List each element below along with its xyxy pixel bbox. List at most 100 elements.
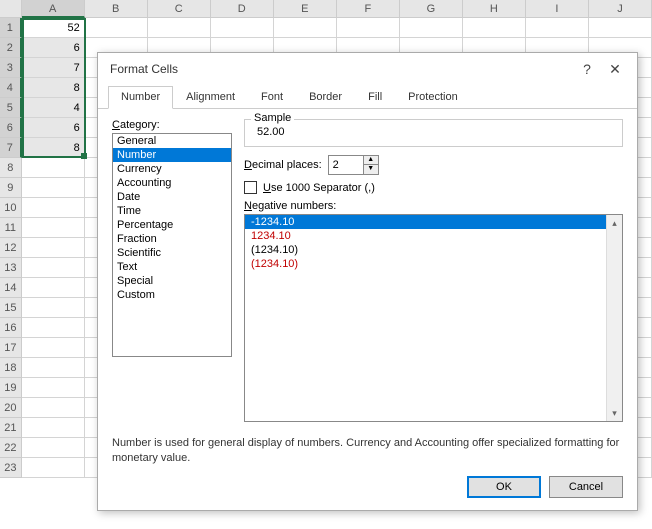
category-listbox[interactable]: GeneralNumberCurrencyAccountingDateTimeP… bbox=[112, 133, 232, 357]
row-header[interactable]: 11 bbox=[0, 218, 22, 238]
scroll-up-icon[interactable]: ▴ bbox=[607, 215, 622, 231]
column-header[interactable]: D bbox=[211, 0, 274, 18]
cell[interactable] bbox=[337, 18, 400, 38]
row-header[interactable]: 21 bbox=[0, 418, 22, 438]
cell[interactable] bbox=[463, 18, 526, 38]
category-item[interactable]: General bbox=[113, 134, 231, 148]
column-header[interactable]: F bbox=[337, 0, 400, 18]
cell[interactable] bbox=[589, 18, 652, 38]
thousand-separator-checkbox[interactable] bbox=[244, 181, 257, 194]
row-header[interactable]: 22 bbox=[0, 438, 22, 458]
cell[interactable]: 52 bbox=[22, 18, 85, 38]
tab-border[interactable]: Border bbox=[296, 86, 355, 109]
cell[interactable] bbox=[22, 198, 85, 218]
negative-format-item[interactable]: 1234.10 bbox=[245, 229, 622, 243]
tab-font[interactable]: Font bbox=[248, 86, 296, 109]
column-header[interactable]: H bbox=[463, 0, 526, 18]
cell[interactable] bbox=[22, 318, 85, 338]
row-header[interactable]: 19 bbox=[0, 378, 22, 398]
row-header[interactable]: 1 bbox=[0, 18, 22, 38]
negative-format-item[interactable]: (1234.10) bbox=[245, 257, 622, 271]
category-item[interactable]: Fraction bbox=[113, 232, 231, 246]
tab-number[interactable]: Number bbox=[108, 86, 173, 109]
cell[interactable] bbox=[22, 278, 85, 298]
column-header[interactable]: A bbox=[22, 0, 85, 18]
cell[interactable] bbox=[22, 438, 85, 458]
cell[interactable]: 8 bbox=[22, 78, 85, 98]
category-item[interactable]: Scientific bbox=[113, 246, 231, 260]
ok-button[interactable]: OK bbox=[467, 476, 541, 498]
cell[interactable] bbox=[22, 238, 85, 258]
category-item[interactable]: Custom bbox=[113, 288, 231, 302]
tab-protection[interactable]: Protection bbox=[395, 86, 471, 109]
column-header[interactable]: J bbox=[589, 0, 652, 18]
negative-numbers-listbox[interactable]: -1234.101234.10(1234.10)(1234.10) ▴ ▾ bbox=[244, 214, 623, 422]
scroll-down-icon[interactable]: ▾ bbox=[607, 405, 622, 421]
cell[interactable] bbox=[22, 258, 85, 278]
help-button[interactable]: ? bbox=[573, 61, 601, 77]
cell[interactable] bbox=[85, 18, 148, 38]
spin-down-button[interactable]: ▼ bbox=[364, 165, 378, 174]
cell[interactable] bbox=[400, 18, 463, 38]
row-header[interactable]: 4 bbox=[0, 78, 22, 98]
negative-format-item[interactable]: (1234.10) bbox=[245, 243, 622, 257]
cell[interactable]: 4 bbox=[22, 98, 85, 118]
cell[interactable] bbox=[148, 18, 211, 38]
row-header[interactable]: 13 bbox=[0, 258, 22, 278]
cell[interactable] bbox=[22, 158, 85, 178]
row-header[interactable]: 5 bbox=[0, 98, 22, 118]
row-header[interactable]: 16 bbox=[0, 318, 22, 338]
category-item[interactable]: Special bbox=[113, 274, 231, 288]
cancel-button[interactable]: Cancel bbox=[549, 476, 623, 498]
dialog-titlebar[interactable]: Format Cells ? ✕ bbox=[98, 53, 637, 85]
cell[interactable] bbox=[22, 178, 85, 198]
row-header[interactable]: 2 bbox=[0, 38, 22, 58]
listbox-scrollbar[interactable]: ▴ ▾ bbox=[606, 215, 622, 421]
cell[interactable]: 7 bbox=[22, 58, 85, 78]
row-header[interactable]: 20 bbox=[0, 398, 22, 418]
row-header[interactable]: 3 bbox=[0, 58, 22, 78]
row-header[interactable]: 7 bbox=[0, 138, 22, 158]
category-item[interactable]: Date bbox=[113, 190, 231, 204]
select-all-corner[interactable] bbox=[0, 0, 22, 18]
row-header[interactable]: 10 bbox=[0, 198, 22, 218]
cell[interactable]: 6 bbox=[22, 38, 85, 58]
cell[interactable] bbox=[22, 418, 85, 438]
tab-fill[interactable]: Fill bbox=[355, 86, 395, 109]
negative-format-item[interactable]: -1234.10 bbox=[245, 215, 622, 229]
row-header[interactable]: 8 bbox=[0, 158, 22, 178]
row-header[interactable]: 18 bbox=[0, 358, 22, 378]
column-header[interactable]: B bbox=[85, 0, 148, 18]
column-header[interactable]: G bbox=[400, 0, 463, 18]
category-item[interactable]: Currency bbox=[113, 162, 231, 176]
cell[interactable]: 8 bbox=[22, 138, 85, 158]
cell[interactable] bbox=[22, 378, 85, 398]
cell[interactable]: 6 bbox=[22, 118, 85, 138]
row-header[interactable]: 23 bbox=[0, 458, 22, 478]
row-header[interactable]: 17 bbox=[0, 338, 22, 358]
spin-up-button[interactable]: ▲ bbox=[364, 156, 378, 165]
category-item[interactable]: Percentage bbox=[113, 218, 231, 232]
close-button[interactable]: ✕ bbox=[601, 61, 629, 78]
decimal-places-spinner[interactable]: ▲ ▼ bbox=[328, 155, 379, 175]
row-header[interactable]: 9 bbox=[0, 178, 22, 198]
category-item[interactable]: Text bbox=[113, 260, 231, 274]
category-item[interactable]: Number bbox=[113, 148, 231, 162]
cell[interactable] bbox=[22, 338, 85, 358]
cell[interactable] bbox=[526, 18, 589, 38]
column-header[interactable]: C bbox=[148, 0, 211, 18]
cell[interactable] bbox=[274, 18, 337, 38]
tab-alignment[interactable]: Alignment bbox=[173, 86, 248, 109]
cell[interactable] bbox=[22, 298, 85, 318]
category-item[interactable]: Accounting bbox=[113, 176, 231, 190]
column-header[interactable]: E bbox=[274, 0, 337, 18]
category-item[interactable]: Time bbox=[113, 204, 231, 218]
cell[interactable] bbox=[22, 458, 85, 478]
row-header[interactable]: 15 bbox=[0, 298, 22, 318]
cell[interactable] bbox=[22, 218, 85, 238]
row-header[interactable]: 14 bbox=[0, 278, 22, 298]
column-header[interactable]: I bbox=[526, 0, 589, 18]
decimal-places-input[interactable] bbox=[329, 156, 363, 174]
cell[interactable] bbox=[22, 398, 85, 418]
cell[interactable] bbox=[22, 358, 85, 378]
